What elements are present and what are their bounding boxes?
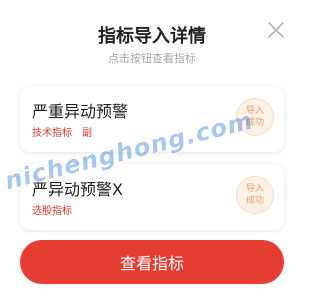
indicator-tag: 副 <box>82 128 92 139</box>
indicator-tags: 选股指标 <box>32 202 72 217</box>
indicator-card[interactable]: 严异动预警X 选股指标 导入成功 <box>20 164 284 230</box>
indicator-name: 严重异动预警 <box>32 102 129 121</box>
indicator-tag: 技术指标 <box>32 128 72 139</box>
import-status-badge: 导入成功 <box>236 98 274 136</box>
indicator-name: 严异动预警X <box>32 180 123 199</box>
import-status-text: 导入成功 <box>245 106 264 128</box>
import-status-badge: 导入成功 <box>236 176 274 214</box>
indicator-tag: 选股指标 <box>32 206 72 217</box>
close-icon <box>266 20 286 40</box>
import-details-dialog: 指标导入详情 点击按钮查看指标 严重异动预警 技术指标 副 导入成功 严异动预警… <box>0 0 304 300</box>
dialog-subtitle: 点击按钮查看指标 <box>108 52 196 65</box>
import-status-text: 导入成功 <box>245 184 264 206</box>
close-button[interactable] <box>266 20 286 40</box>
indicator-tags: 技术指标 副 <box>32 124 92 139</box>
view-indicators-button[interactable]: 查看指标 <box>20 240 284 284</box>
indicator-card[interactable]: 严重异动预警 技术指标 副 导入成功 <box>20 86 284 152</box>
dialog-title: 指标导入详情 <box>98 26 206 47</box>
